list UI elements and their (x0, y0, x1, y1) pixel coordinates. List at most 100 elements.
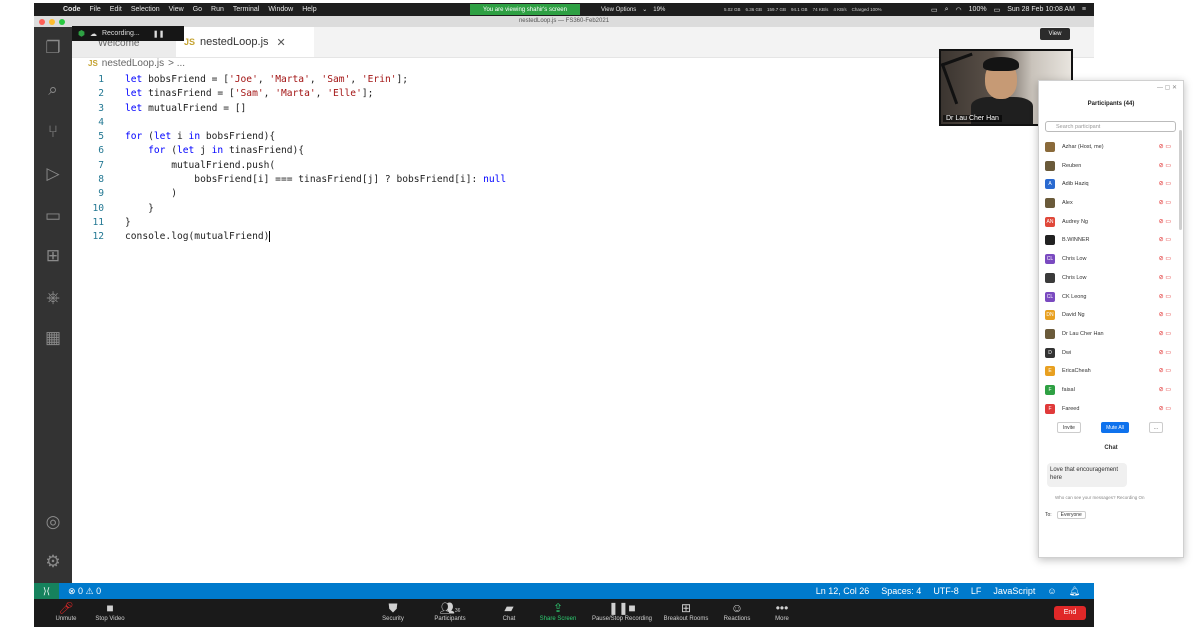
muted-mic-icon: ⊘ ▭ (1158, 256, 1171, 263)
menu-window[interactable]: Window (268, 6, 293, 13)
security-button[interactable]: ⛊ Security (363, 601, 423, 622)
invite-button[interactable]: Invite (1057, 422, 1081, 433)
code-editor[interactable]: 1 let bobsFriend = ['Joe', 'Marta', 'Sam'… (74, 73, 974, 245)
participant-row[interactable]: E EricaCheah ⊘ ▭ (1039, 362, 1183, 381)
line-number: 5 (98, 131, 104, 143)
indentation[interactable]: Spaces: 4 (881, 583, 921, 599)
menu-selection[interactable]: Selection (131, 6, 160, 13)
participant-name: Audrey Ng (1062, 218, 1088, 225)
participant-name: Adib Haziq (1062, 181, 1089, 188)
stop-video-button[interactable]: ■ Stop Video (80, 601, 140, 622)
menu-edit[interactable]: Edit (110, 6, 122, 13)
participant-row[interactable]: F Fareed ⊘ ▭ (1039, 400, 1183, 419)
participant-row[interactable]: CL Chris Low ⊘ ▭ (1039, 250, 1183, 269)
search-icon[interactable]: ⌕ (945, 6, 949, 14)
end-of-line[interactable]: LF (971, 583, 982, 599)
mute-all-button[interactable]: Mute All (1101, 422, 1129, 433)
chat-visibility-note[interactable]: Who can see your messages? Recording On (1055, 495, 1145, 500)
breadcrumb-sep[interactable]: > ... (168, 58, 185, 69)
run-debug-icon[interactable]: ▷ (42, 163, 64, 185)
stat-disk-2: 94.1 GB (791, 7, 808, 12)
code-line[interactable]: 5 for (let i in bobsFriend){ (74, 130, 974, 144)
menu-terminal[interactable]: Terminal (233, 6, 259, 13)
search-icon[interactable]: ⌕ (42, 79, 64, 101)
end-meeting-button[interactable]: End (1054, 606, 1086, 620)
code-line[interactable]: 1 let bobsFriend = ['Joe', 'Marta', 'Sam'… (74, 73, 974, 87)
menu-go[interactable]: Go (193, 6, 202, 13)
screen-share-icon[interactable]: ▭ (931, 6, 938, 14)
participant-row[interactable]: A Adib Haziq ⊘ ▭ (1039, 175, 1183, 194)
view-options-label[interactable]: View Options (601, 7, 636, 13)
more-options-button[interactable]: ... (1149, 422, 1163, 433)
view-options[interactable]: View Options ⌄ 19% (601, 3, 665, 16)
tab-nestedloop[interactable]: JS nestedLoop.js ✕ (176, 27, 314, 57)
participant-row[interactable]: Azhar (Host, me) ⊘ ▭ (1039, 138, 1183, 157)
participant-row[interactable]: D Dwi ⊘ ▭ (1039, 344, 1183, 363)
source-control-icon[interactable]: ⑂ (42, 121, 64, 143)
code-line[interactable]: 4 (74, 116, 974, 130)
encoding[interactable]: UTF-8 (933, 583, 959, 599)
share-screen-button[interactable]: ⇪ Share Screen (528, 601, 588, 622)
panel-window-controls[interactable]: — ▢ ✕ (1039, 81, 1183, 95)
code-line[interactable]: 12 console.log(mutualFriend) (74, 230, 974, 244)
code-line[interactable]: 3 let mutualFriend = [] (74, 102, 974, 116)
minimize-window-button[interactable] (49, 19, 55, 25)
video-camera-icon: ■ (106, 601, 114, 615)
battery-level[interactable]: 100% (969, 6, 987, 13)
notifications-bell-icon[interactable]: 🔔︎ (1069, 583, 1080, 599)
participant-row[interactable]: B.WINNER ⊘ ▭ (1039, 231, 1183, 250)
zoom-window-button[interactable] (59, 19, 65, 25)
screen: Code File Edit Selection View Go Run Ter… (34, 3, 1094, 627)
participants-button[interactable]: 👥︎36 Participants (420, 601, 480, 622)
more-button[interactable]: ••• More (752, 601, 812, 622)
code-line[interactable]: 11} (74, 216, 974, 230)
explorer-icon[interactable]: ❐ (42, 37, 64, 59)
participant-row[interactable]: Reuben ⊘ ▭ (1039, 157, 1183, 176)
menu-help[interactable]: Help (302, 6, 316, 13)
participant-row[interactable]: Ffaisal ⊘ ▭ (1039, 381, 1183, 400)
participant-row[interactable]: CL CK Leong ⊘ ▭ (1039, 288, 1183, 307)
breadcrumb-file[interactable]: nestedLoop.js (102, 58, 164, 69)
settings-gear-icon[interactable]: ⚙ (42, 551, 64, 573)
cursor-position[interactable]: Ln 12, Col 26 (816, 583, 870, 599)
menu-run[interactable]: Run (211, 6, 224, 13)
participant-name: Dr Lau Cher Han (1062, 330, 1104, 337)
participant-name: Dwi (1062, 349, 1072, 356)
feedback-icon[interactable]: ☺ (1047, 583, 1056, 599)
close-window-button[interactable] (39, 19, 45, 25)
account-icon[interactable]: ◎ (42, 511, 64, 533)
clock[interactable]: Sun 28 Feb 10:08 AM (1007, 6, 1075, 13)
menu-list-icon[interactable]: ≡ (1082, 6, 1086, 13)
participant-row[interactable]: AN Audrey Ng ⊘ ▭ (1039, 213, 1183, 232)
participant-search-input[interactable]: Search participant (1045, 121, 1176, 132)
docker-icon[interactable]: ▦ (42, 327, 64, 349)
participant-row[interactable]: DN David Ng ⊘ ▭ (1039, 306, 1183, 325)
menu-file[interactable]: File (90, 6, 101, 13)
recipient-select[interactable]: Everyone (1056, 511, 1086, 519)
pause-recording-button[interactable]: ❚❚■ Pause/Stop Recording (590, 601, 654, 622)
language-mode[interactable]: JavaScript (993, 583, 1035, 599)
code-line[interactable]: 9 ) (74, 187, 974, 201)
participant-row[interactable]: Chris Low ⊘ ▭ (1039, 269, 1183, 288)
code-line[interactable]: 10 } (74, 202, 974, 216)
participant-row[interactable]: Alex ⊘ ▭ (1039, 194, 1183, 213)
problems-count[interactable]: ⊗ 0 ⚠ 0 (68, 583, 101, 599)
menu-code[interactable]: Code (63, 6, 81, 13)
recording-label: Recording... (101, 30, 140, 37)
kubernetes-icon[interactable]: ⎈ (42, 287, 64, 309)
code-line[interactable]: 7 mutualFriend.push( (74, 159, 974, 173)
wifi-icon[interactable]: ◠ (956, 6, 962, 14)
participant-row[interactable]: Dr Lau Cher Han ⊘ ▭ (1039, 325, 1183, 344)
close-tab-icon[interactable]: ✕ (277, 36, 286, 49)
code-line[interactable]: 2 let tinasFriend = ['Sam', 'Marta', 'Ell… (74, 87, 974, 101)
panel-scrollbar[interactable] (1179, 130, 1182, 230)
pause-icon[interactable]: ❚❚ (153, 30, 165, 38)
muted-mic-icon: ⊘ ▭ (1158, 405, 1171, 412)
remote-explorer-icon[interactable]: ▭ (42, 205, 64, 227)
remote-indicator-icon[interactable]: ⟩⟨ (34, 583, 59, 599)
code-line[interactable]: 6 for (let j in tinasFriend){ (74, 144, 974, 158)
menu-view[interactable]: View (169, 6, 184, 13)
zoom-view-button[interactable]: View (1040, 28, 1070, 40)
extensions-icon[interactable]: ⊞ (42, 245, 64, 267)
code-line[interactable]: 8 bobsFriend[i] === tinasFriend[j] ? bob… (74, 173, 974, 187)
